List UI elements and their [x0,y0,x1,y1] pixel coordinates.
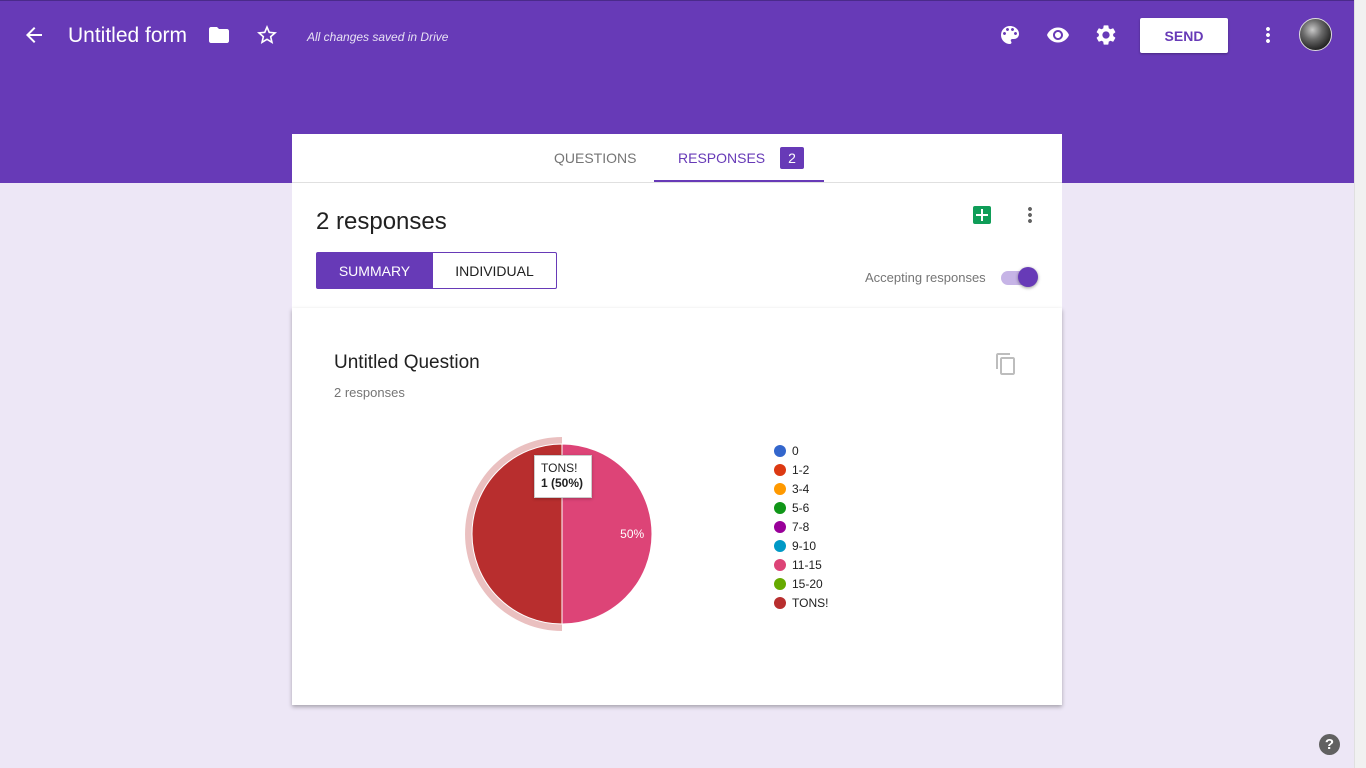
responses-title: 2 responses [316,208,447,235]
summary-button[interactable]: SUMMARY [316,252,433,289]
tooltip-label: TONS! [541,461,578,475]
responses-more-icon[interactable] [1018,203,1042,227]
legend-label: 9-10 [792,538,817,553]
pie-slice-percent-label: 50% [620,527,644,541]
tab-questions-label: QUESTIONS [554,150,637,166]
legend-swatch [774,558,786,571]
question-title: Untitled Question [334,352,480,373]
legend-label: 3-4 [792,481,810,496]
tab-questions[interactable]: QUESTIONS [554,134,636,182]
legend-item[interactable]: TONS! [774,593,828,612]
responses-count-badge: 2 [780,147,804,169]
legend-label: 5-6 [792,500,810,515]
legend-label: TONS! [792,595,829,610]
legend-swatch [774,539,786,552]
form-title[interactable]: Untitled form [68,24,187,48]
legend-swatch [774,482,786,495]
legend-label: 15-20 [792,576,823,591]
chart-tooltip: TONS! 1 (50%) [534,455,592,498]
eye-icon[interactable] [1046,23,1070,47]
more-vert-icon[interactable] [1256,23,1280,47]
question-response-count: 2 responses [334,385,405,400]
chart-legend: 0 1-2 3-4 5-6 7-8 9-10 11-15 15-20 TONS! [774,441,828,612]
individual-button[interactable]: INDIVIDUAL [432,252,557,289]
accepting-responses-label: Accepting responses [865,270,986,285]
save-status: All changes saved in Drive [307,30,449,44]
avatar[interactable] [1299,18,1332,51]
palette-icon[interactable] [998,23,1022,47]
folder-icon[interactable] [207,23,231,47]
window-top-border [0,0,1366,1]
legend-swatch [774,520,786,533]
legend-swatch [774,501,786,514]
tooltip-value: 1 (50%) [541,476,584,490]
legend-item[interactable]: 11-15 [774,555,828,574]
legend-item[interactable]: 15-20 [774,574,828,593]
legend-item[interactable]: 9-10 [774,536,828,555]
accepting-toggle-thumb[interactable] [1018,267,1038,287]
question-summary-card: Untitled Question 2 responses 50% TONS! … [292,308,1062,705]
tabs-divider [292,182,1062,183]
send-button[interactable]: SEND [1140,18,1228,53]
legend-label: 0 [792,443,799,458]
legend-swatch [774,444,786,457]
legend-label: 11-15 [792,557,822,572]
copy-icon[interactable] [994,352,1018,376]
legend-swatch [774,463,786,476]
tab-responses[interactable]: RESPONSES 2 [678,134,804,182]
legend-item[interactable]: 3-4 [774,479,828,498]
back-arrow-icon[interactable] [22,23,46,47]
legend-item[interactable]: 0 [774,441,828,460]
legend-item[interactable]: 5-6 [774,498,828,517]
legend-swatch [774,596,786,609]
gear-icon[interactable] [1094,23,1118,47]
legend-swatch [774,577,786,590]
legend-item[interactable]: 1-2 [774,460,828,479]
legend-label: 1-2 [792,462,810,477]
page-scrollbar[interactable] [1354,0,1366,768]
legend-item[interactable]: 7-8 [774,517,828,536]
legend-label: 7-8 [792,519,810,534]
responses-header-card: QUESTIONS RESPONSES 2 2 responses SUMMAR… [292,134,1062,308]
star-icon[interactable] [255,23,279,47]
tab-responses-label: RESPONSES [678,150,766,166]
help-icon[interactable]: ? [1319,734,1340,755]
sheets-icon[interactable] [973,206,991,224]
